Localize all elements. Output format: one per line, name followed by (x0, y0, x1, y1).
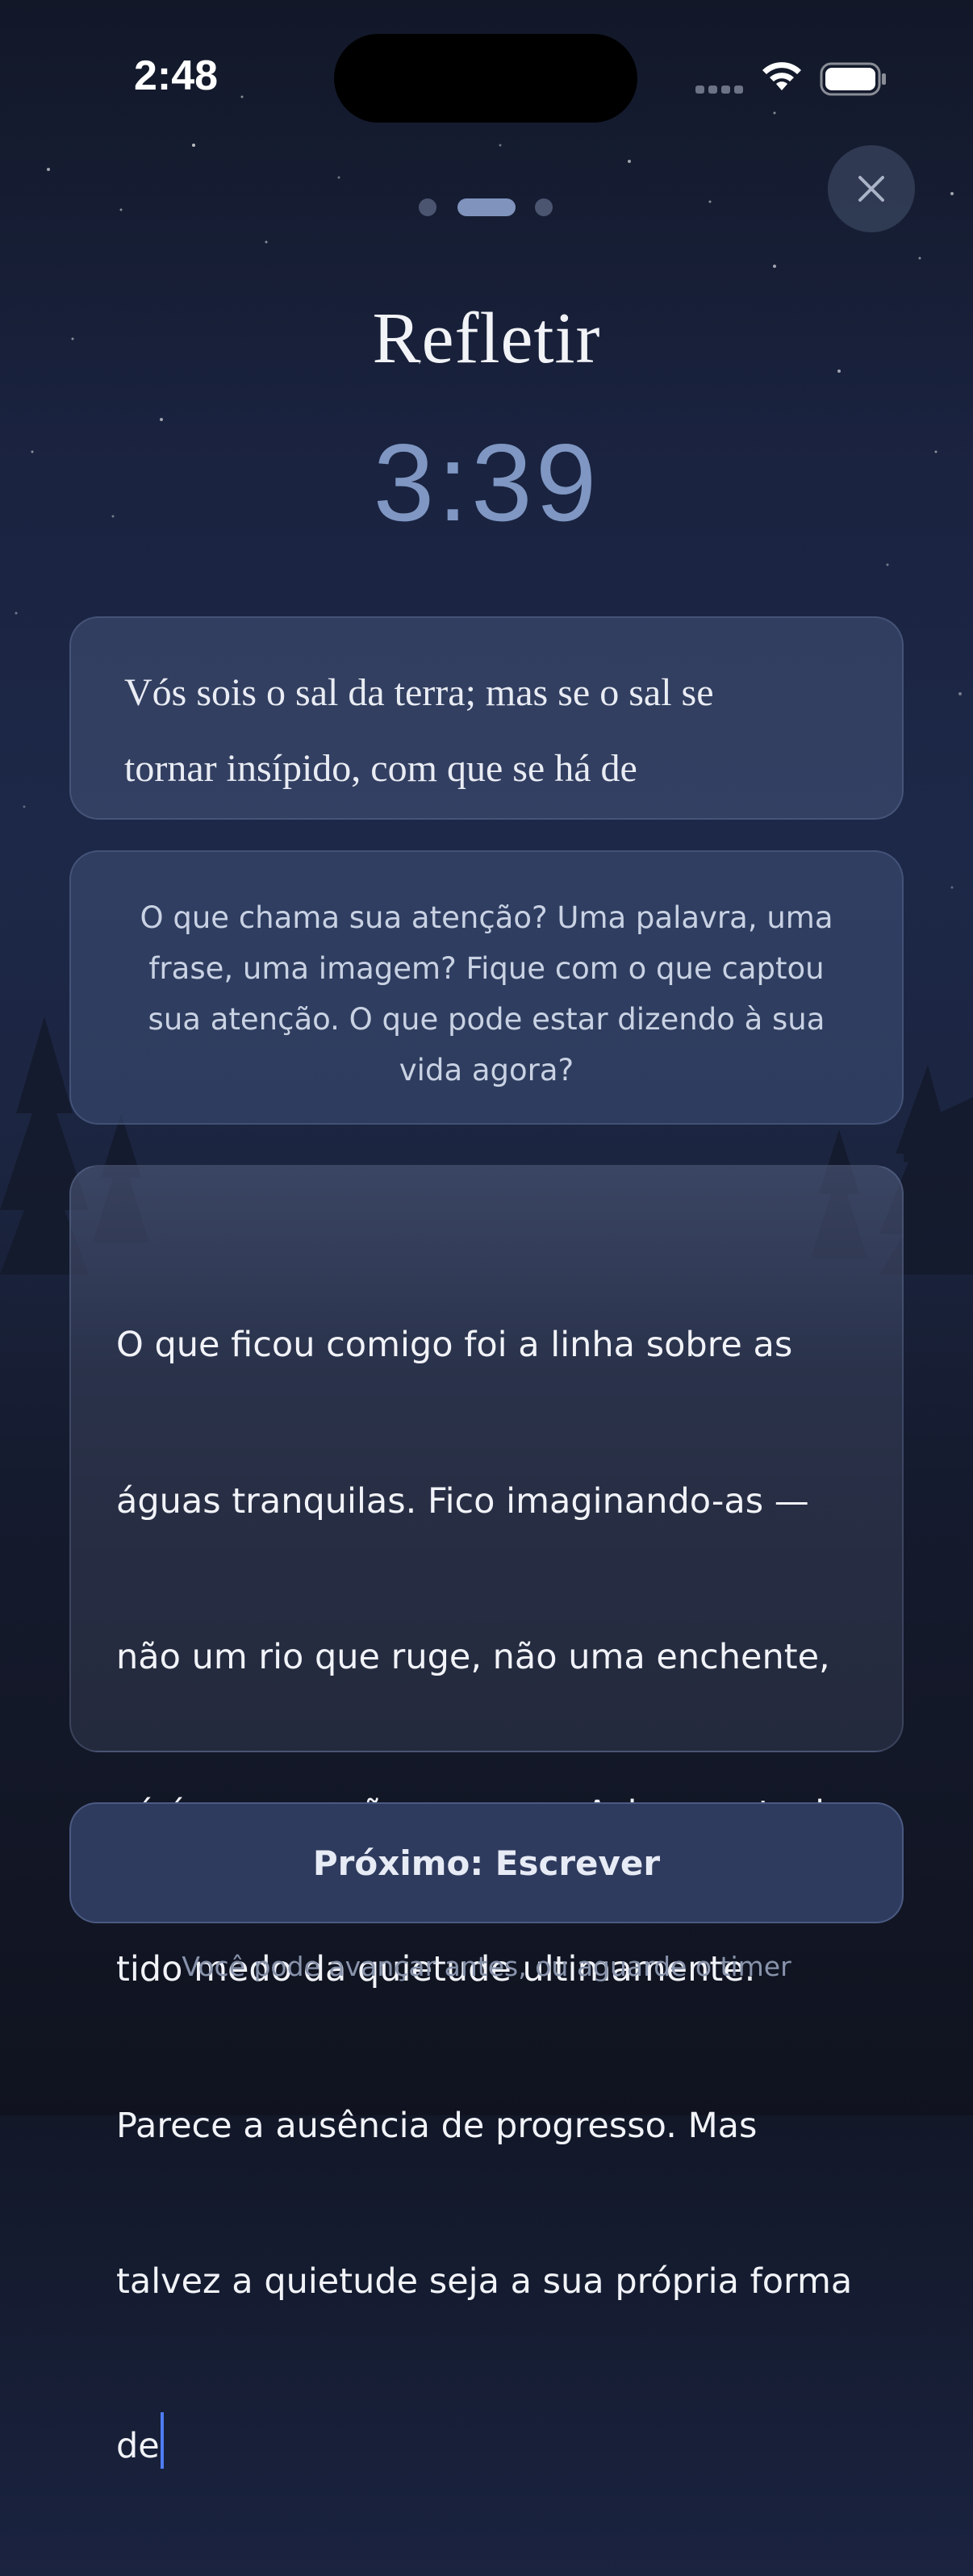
entry-line: não um rio que ruge, não uma enchente, (116, 1637, 830, 1677)
next-button-label: Próximo: Escrever (312, 1843, 661, 1883)
prompt-line: vida agora? (399, 1053, 574, 1088)
step-progress-indicator (0, 197, 973, 221)
wifi-icon (762, 62, 801, 90)
entry-line-last: de (116, 2411, 858, 2473)
status-bar: 2:48 (0, 0, 973, 145)
entry-line: Parece a ausência de progresso. Mas (116, 2105, 758, 2146)
entry-line: talvez a quietude seja a sua própria for… (116, 2261, 853, 2302)
journal-entry-textarea[interactable]: O que ficou comigo foi a linha sobre as … (69, 1165, 904, 2469)
entry-last-text: de (116, 2425, 160, 2466)
verse-line: Vós sois o sal da terra; mas se o sal se (124, 671, 714, 714)
entry-line: O que ficou comigo foi a linha sobre as (116, 1325, 793, 1365)
battery-icon (820, 62, 886, 96)
verse-text: Vós sois o sal da terra; mas se o sal se… (124, 655, 849, 807)
page-title: Refletir (372, 299, 601, 378)
signal-icon (695, 86, 743, 94)
step-dot-3 (535, 198, 553, 216)
countdown-timer: 3:39 (373, 421, 600, 544)
prompt-line: O que chama sua atenção? Uma palavra, um… (140, 900, 833, 935)
reflection-prompt-card: O que chama sua atenção? Uma palavra, um… (69, 850, 904, 1125)
step-dot-1 (419, 198, 436, 216)
next-write-button[interactable]: Próximo: Escrever (69, 1802, 904, 1923)
text-caret (160, 2411, 164, 2469)
close-button[interactable] (828, 145, 915, 232)
entry-line: águas tranquilas. Fico imaginando-as — (116, 1480, 809, 1522)
step-dot-2-active (457, 198, 516, 216)
status-time: 2:48 (134, 52, 219, 99)
verse-line: tornar insípido, com que se há de (124, 747, 637, 790)
timer-hint: Você pode avançar antes, ou aguarde o ti… (182, 1951, 791, 1982)
close-icon (858, 176, 884, 202)
prompt-line: frase, uma imagem? Fique com o que capto… (148, 951, 825, 986)
verse-card[interactable]: Vós sois o sal da terra; mas se o sal se… (69, 616, 904, 820)
prompt-line: sua atenção. O que pode estar dizendo à … (148, 1002, 825, 1037)
reflection-prompt: O que chama sua atenção? Uma palavra, um… (119, 892, 854, 1096)
dynamic-island (334, 34, 637, 123)
